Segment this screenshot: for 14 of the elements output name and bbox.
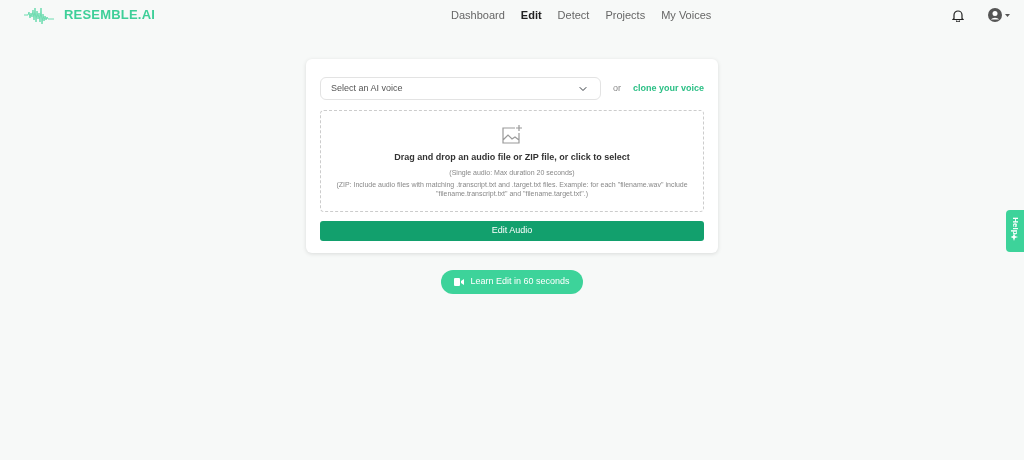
voice-select[interactable]: Select an AI voice bbox=[320, 77, 601, 100]
edit-audio-button[interactable]: Edit Audio bbox=[320, 220, 704, 241]
nav-link[interactable]: Dashboard bbox=[443, 6, 513, 24]
brand-name: RESEMBLE.AI bbox=[64, 6, 156, 25]
image-add-icon bbox=[501, 125, 523, 145]
video-camera-icon bbox=[454, 277, 465, 286]
user-avatar-icon[interactable] bbox=[988, 8, 1010, 22]
bell-icon[interactable] bbox=[952, 8, 964, 22]
or-label: or bbox=[611, 81, 622, 95]
nav-link[interactable]: Detect bbox=[549, 6, 598, 24]
nav-link[interactable]: My Voices bbox=[653, 6, 720, 24]
nav-link[interactable]: Edit bbox=[512, 6, 550, 24]
dropzone-title: Drag and drop an audio file or ZIP file, or click to select bbox=[393, 151, 631, 164]
nav-link[interactable]: Projects bbox=[597, 6, 654, 24]
